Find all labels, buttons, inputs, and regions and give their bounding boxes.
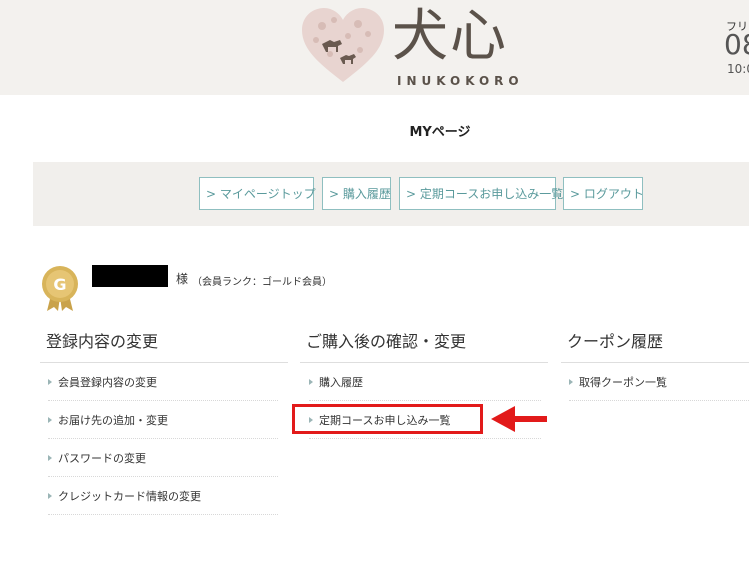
dotted-divider <box>48 476 278 477</box>
red-highlight-box <box>292 404 483 434</box>
member-rank-label: （会員ランク：ゴールド会員） <box>192 277 332 288</box>
section-divider <box>300 362 548 363</box>
section-title-after-purchase: ご購入後の確認・変更 <box>306 332 467 351</box>
triangle-right-icon <box>48 417 52 423</box>
section-divider <box>40 362 288 363</box>
triangle-right-icon <box>569 379 573 385</box>
triangle-right-icon <box>48 455 52 461</box>
honorific-label: 様 <box>176 272 189 286</box>
logo-kanji: 犬心 <box>392 4 508 69</box>
site-header: 犬心 INUKOKORO フリー 08 10:0 <box>0 0 749 95</box>
medal-letter: G <box>53 275 66 294</box>
nav-logout-button[interactable]: > ログアウト <box>563 177 644 210</box>
header-hours: 10:0 <box>727 62 749 76</box>
gold-rank-medal-icon: G <box>42 266 78 311</box>
red-arrow-left-icon <box>491 406 547 432</box>
dotted-divider <box>309 400 541 401</box>
section-title-registration: 登録内容の変更 <box>46 332 159 351</box>
nav-mypage-top-button[interactable]: > マイページトップ <box>199 177 316 210</box>
dotted-divider <box>569 400 749 401</box>
section-title-coupon-history: クーポン履歴 <box>567 332 664 351</box>
dotted-divider <box>48 514 278 515</box>
dotted-divider <box>48 438 278 439</box>
nav-purchase-history-button[interactable]: > 購入履歴 <box>322 177 391 210</box>
page-title: MYページ <box>409 125 471 140</box>
nav-subscription-list-button[interactable]: > 定期コースお申し込み一覧 <box>399 177 563 210</box>
link-coupon-list[interactable]: 取得クーポン一覧 <box>569 374 667 390</box>
heart-logo-icon <box>302 8 384 82</box>
redacted-user-name <box>92 265 168 287</box>
triangle-right-icon <box>48 379 52 385</box>
link-member-info-change[interactable]: 会員登録内容の変更 <box>48 374 157 390</box>
logo-roman: INUKOKORO <box>397 74 524 88</box>
link-purchase-history[interactable]: 購入履歴 <box>309 374 363 390</box>
link-credit-card-change[interactable]: クレジットカード情報の変更 <box>48 488 201 504</box>
dotted-divider <box>48 400 278 401</box>
link-password-change[interactable]: パスワードの変更 <box>48 450 146 466</box>
section-divider <box>561 362 749 363</box>
dotted-divider <box>309 438 541 439</box>
link-delivery-address-change[interactable]: お届け先の追加・変更 <box>48 412 168 428</box>
triangle-right-icon <box>48 493 52 499</box>
header-phone-number: 08 <box>724 28 749 61</box>
triangle-right-icon <box>309 379 313 385</box>
